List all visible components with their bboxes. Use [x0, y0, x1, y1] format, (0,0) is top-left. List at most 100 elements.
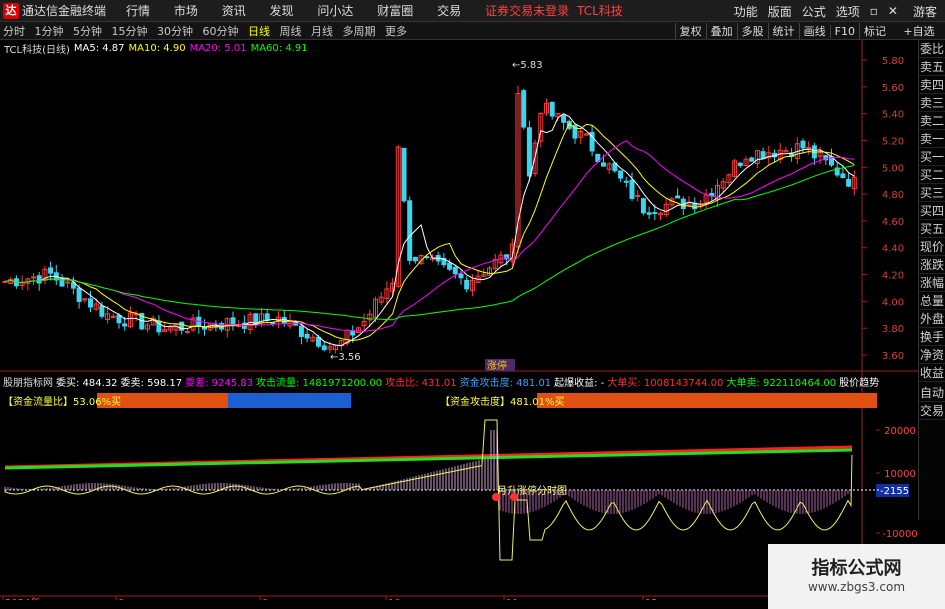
side-item[interactable]: 买四	[919, 202, 945, 220]
date-label: 12	[645, 598, 658, 600]
candle-body	[65, 281, 71, 284]
marker-dot	[510, 493, 518, 501]
candle-body	[122, 323, 128, 327]
side-item[interactable]: 涨跌	[919, 256, 945, 274]
candle-body	[640, 198, 646, 214]
quote-side-panel: 委比 卖五 卖四 卖三 卖二 卖一 买一 买二 买三 买四 买五 现价 涨跌 涨…	[918, 40, 945, 520]
side-item[interactable]: 净资	[919, 346, 945, 364]
ind-tick-label: 20000	[884, 426, 916, 437]
ind-dms: 大单卖: 922110464.00	[726, 377, 837, 389]
indicator-name[interactable]: 股朋指标网	[3, 374, 53, 389]
side-item[interactable]: 收益	[919, 364, 945, 382]
candle-body	[458, 273, 464, 279]
ind-tick-label: 10000	[884, 469, 916, 480]
candle-body	[184, 331, 190, 334]
price-tick-label: 5.00	[882, 163, 904, 174]
candle-body	[31, 276, 36, 279]
watermark-line2: www.zbgs3.com	[807, 580, 906, 594]
candle-body	[88, 298, 93, 308]
candle-body	[737, 162, 743, 167]
side-item[interactable]: 买一	[919, 148, 945, 166]
candle-body	[464, 279, 470, 290]
indicator-bar: 股朋指标网 委买: 484.32 委卖: 598.17 委差: 9245.83 …	[0, 373, 880, 389]
candle-body	[760, 151, 766, 160]
ind-weicha: 委差: 9245.83	[185, 377, 253, 389]
candle-body	[561, 114, 567, 123]
price-tick-label: 4.00	[882, 297, 904, 308]
price-tick-label: 5.60	[882, 83, 904, 94]
kline-chart[interactable]: 5.80 5.60 5.40 5.20 5.00 4.80 4.60 4.40 4.20 4.00…	[0, 0, 918, 600]
ind-qbsy: 起爆收益: -	[554, 377, 605, 389]
candle-body	[840, 173, 846, 179]
marker-dot	[492, 493, 500, 501]
ind-weimai: 委买: 484.32	[56, 377, 118, 389]
attack-degree-label: 【资金攻击度】481.01%买	[440, 395, 565, 408]
candle-body	[635, 194, 641, 197]
side-item[interactable]: 交易	[919, 402, 945, 420]
ind-gjb: 攻击比: 431.01	[385, 377, 457, 389]
candle-body	[116, 314, 122, 324]
ind-current: -2155	[880, 486, 909, 497]
date-label: 9	[262, 598, 268, 600]
side-item[interactable]: 买三	[919, 184, 945, 202]
price-tick-label: 5.80	[882, 56, 904, 67]
candle-body	[401, 147, 407, 202]
low-annotation: ←3.56	[330, 352, 361, 363]
side-item[interactable]: 买五	[919, 220, 945, 238]
candle-body	[675, 195, 681, 199]
line-ma5	[4, 113, 855, 347]
green-trend-line	[4, 448, 853, 470]
side-item[interactable]: 现价	[919, 238, 945, 256]
date-label: 8	[118, 598, 124, 600]
side-item[interactable]: 委比	[919, 40, 945, 58]
watermark-line1: 指标公式网	[811, 558, 902, 579]
price-tick-label: 4.80	[882, 190, 904, 201]
side-item[interactable]: 卖一	[919, 130, 945, 148]
price-tick-label: 3.80	[882, 324, 904, 335]
price-tick-label: 5.40	[882, 110, 904, 121]
candle-body	[652, 211, 658, 214]
candle-body	[447, 262, 453, 270]
side-item[interactable]: 外盘	[919, 310, 945, 328]
candle-body	[298, 325, 304, 337]
date-label: 10	[388, 598, 401, 600]
attack-degree-bar	[537, 393, 877, 408]
candle-body	[646, 212, 652, 215]
price-tick-label: 4.60	[882, 217, 904, 228]
side-item[interactable]: 换手	[919, 328, 945, 346]
candle-body	[521, 90, 527, 128]
candle-body	[48, 267, 54, 274]
side-item[interactable]: 总量	[919, 292, 945, 310]
candle-body	[321, 345, 327, 351]
candle-body	[601, 162, 606, 167]
candle-body	[407, 200, 413, 261]
ind-gjll: 攻击流量: 1481971200.00	[256, 377, 383, 389]
side-item[interactable]: 涨幅	[919, 274, 945, 292]
candle-body	[99, 305, 105, 317]
candle-body	[629, 179, 635, 199]
side-item[interactable]: 卖二	[919, 112, 945, 130]
side-item[interactable]: 卖三	[919, 94, 945, 112]
flow-ratio-label: 【资金流量比】53.06%买	[3, 395, 121, 408]
candle-body	[316, 336, 321, 347]
flow-ratio-sell-bar	[228, 393, 351, 408]
side-item[interactable]: 买二	[919, 166, 945, 184]
candle-body	[110, 315, 116, 318]
candle-body	[264, 313, 270, 321]
candle-body	[304, 333, 310, 339]
candle-body	[749, 157, 755, 162]
ind-gjqs: 股价趋势: 33593.55	[839, 377, 880, 389]
auto-trade-button[interactable]: 自动	[919, 384, 945, 402]
candle-body	[800, 140, 806, 149]
side-item[interactable]: 卖四	[919, 76, 945, 94]
candle-body	[806, 146, 812, 149]
line-ma10	[4, 122, 855, 342]
ind-weimai2: 委卖: 598.17	[120, 377, 183, 389]
side-item[interactable]: 卖五	[919, 58, 945, 76]
limitup-marker: 月升涨停分时图	[497, 484, 567, 497]
date-label: 2024年	[5, 596, 40, 600]
high-annotation: ←5.83	[512, 60, 543, 71]
limitup-tag: 涨停	[487, 359, 507, 372]
price-tick-label: 4.40	[882, 244, 904, 255]
candle-body	[583, 133, 589, 136]
